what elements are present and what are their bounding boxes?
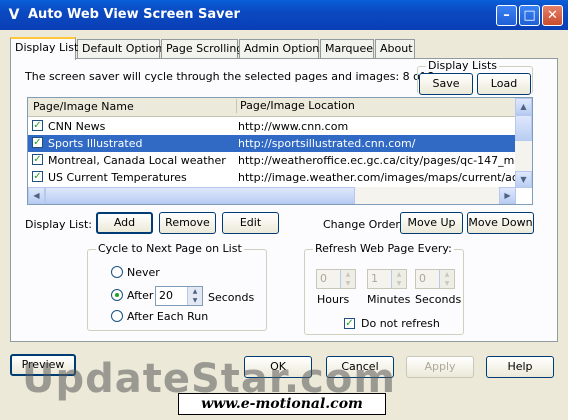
minutes-stepper[interactable]: 1 ▲ ▼ <box>367 269 407 289</box>
each-run-label: After Each Run <box>127 310 209 323</box>
list-header: Page/Image Name Page/Image Location <box>28 98 516 117</box>
hours-value: 0 <box>320 272 327 285</box>
seconds-label: Seconds <box>208 291 255 304</box>
row-location: http://sportsillustrated.cnn.com/ <box>238 137 416 150</box>
display-lists-group-label: Display Lists <box>426 59 500 72</box>
row-checkbox[interactable]: ✓ <box>32 120 43 131</box>
spin-up-icon: ▲ <box>340 270 355 279</box>
remove-button[interactable]: Remove <box>159 212 216 234</box>
row-name: US Current Temperatures <box>48 171 187 184</box>
vertical-scrollbar[interactable]: ▲ ▼ <box>515 98 532 188</box>
spin-up-icon: ▲ <box>391 270 406 279</box>
minutes-label: Minutes <box>367 293 411 306</box>
tab-page-scrolling[interactable]: Page Scrolling <box>161 39 243 59</box>
refresh-seconds-stepper[interactable]: 0 ▲ ▼ <box>415 269 455 289</box>
display-list-label: Display List: <box>25 218 92 231</box>
scroll-left-icon[interactable]: ◀ <box>28 187 45 204</box>
never-radio[interactable] <box>111 266 123 278</box>
spin-down-icon: ▼ <box>391 279 406 288</box>
minutes-value: 1 <box>371 272 378 285</box>
hours-label: Hours <box>317 293 350 306</box>
list-item[interactable]: ✓ CNN News http://www.cnn.com <box>28 118 516 135</box>
display-list-panel: The screen saver will cycle through the … <box>10 58 558 342</box>
tab-marquee[interactable]: Marquee <box>320 39 374 59</box>
minimize-button[interactable]: – <box>496 5 517 26</box>
move-down-button[interactable]: Move Down <box>467 212 534 234</box>
e-motional-watermark: www.e-motional.com <box>178 393 386 415</box>
scroll-down-icon[interactable]: ▼ <box>515 171 532 188</box>
help-button[interactable]: Help <box>486 356 554 378</box>
title-bar: V Auto Web View Screen Saver – □ ✕ <box>0 0 568 30</box>
column-header-name[interactable]: Page/Image Name <box>33 100 134 113</box>
row-checkbox[interactable]: ✓ <box>32 171 43 182</box>
close-button[interactable]: ✕ <box>542 5 563 26</box>
move-up-button[interactable]: Move Up <box>400 212 463 234</box>
refresh-seconds-label: Seconds <box>415 293 462 306</box>
refresh-seconds-value: 0 <box>419 272 426 285</box>
row-location: http://www.cnn.com <box>238 120 349 133</box>
spin-up-icon[interactable]: ▲ <box>187 287 202 296</box>
never-label: Never <box>127 266 160 279</box>
load-button[interactable]: Load <box>477 73 531 95</box>
add-button[interactable]: Add <box>96 212 153 234</box>
scroll-right-icon[interactable]: ▶ <box>499 187 516 204</box>
after-seconds-stepper[interactable]: 20 ▲ ▼ <box>155 286 203 306</box>
scroll-thumb-horizontal[interactable] <box>45 187 355 204</box>
tab-about[interactable]: About <box>375 39 415 59</box>
apply-button[interactable]: Apply <box>406 356 474 378</box>
horizontal-scrollbar[interactable]: ◀ ▶ <box>28 187 516 204</box>
after-seconds-value: 20 <box>159 289 173 302</box>
tab-admin-options[interactable]: Admin Options <box>239 39 325 59</box>
scroll-thumb[interactable] <box>515 115 532 141</box>
scroll-up-icon[interactable]: ▲ <box>515 98 532 115</box>
list-item[interactable]: ✓ Montreal, Canada Local weather http://… <box>28 152 516 169</box>
row-name: Sports Illustrated <box>48 137 143 150</box>
hours-stepper[interactable]: 0 ▲ ▼ <box>316 269 356 289</box>
row-checkbox[interactable]: ✓ <box>32 137 43 148</box>
no-refresh-checkbox[interactable]: ✓ <box>344 318 355 329</box>
app-v-icon[interactable]: V <box>6 7 22 23</box>
page-list[interactable]: Page/Image Name Page/Image Location ✓ CN… <box>27 97 533 205</box>
save-button[interactable]: Save <box>419 73 473 95</box>
row-name: Montreal, Canada Local weather <box>48 154 226 167</box>
tab-default-options[interactable]: Default Options <box>77 39 168 59</box>
row-location: http://image.weather.com/images/maps/cur… <box>238 171 516 184</box>
spin-down-icon: ▼ <box>439 279 454 288</box>
cycle-group-label: Cycle to Next Page on List <box>96 242 244 255</box>
spin-up-icon: ▲ <box>439 270 454 279</box>
spin-down-icon: ▼ <box>340 279 355 288</box>
row-location: http://weatheroffice.ec.gc.ca/city/pages… <box>238 154 516 167</box>
column-header-location[interactable]: Page/Image Location <box>236 99 355 113</box>
spin-down-icon[interactable]: ▼ <box>187 296 202 305</box>
tab-display-list[interactable]: Display List <box>10 37 78 60</box>
cycle-count-text: The screen saver will cycle through the … <box>25 70 435 83</box>
after-label: After <box>127 289 154 302</box>
change-order-label: Change Order: <box>323 218 404 231</box>
list-item-selected[interactable]: ✓ Sports Illustrated http://sportsillust… <box>28 135 516 152</box>
each-run-radio[interactable] <box>111 310 123 322</box>
row-name: CNN News <box>48 120 106 133</box>
window-title: Auto Web View Screen Saver <box>28 7 240 22</box>
refresh-group-label: Refresh Web Page Every: <box>313 242 454 255</box>
list-item[interactable]: ✓ US Current Temperatures http://image.w… <box>28 169 516 186</box>
edit-button[interactable]: Edit <box>222 212 279 234</box>
maximize-button[interactable]: □ <box>519 5 540 26</box>
after-radio[interactable] <box>111 289 123 301</box>
no-refresh-label: Do not refresh <box>361 317 440 330</box>
row-checkbox[interactable]: ✓ <box>32 154 43 165</box>
